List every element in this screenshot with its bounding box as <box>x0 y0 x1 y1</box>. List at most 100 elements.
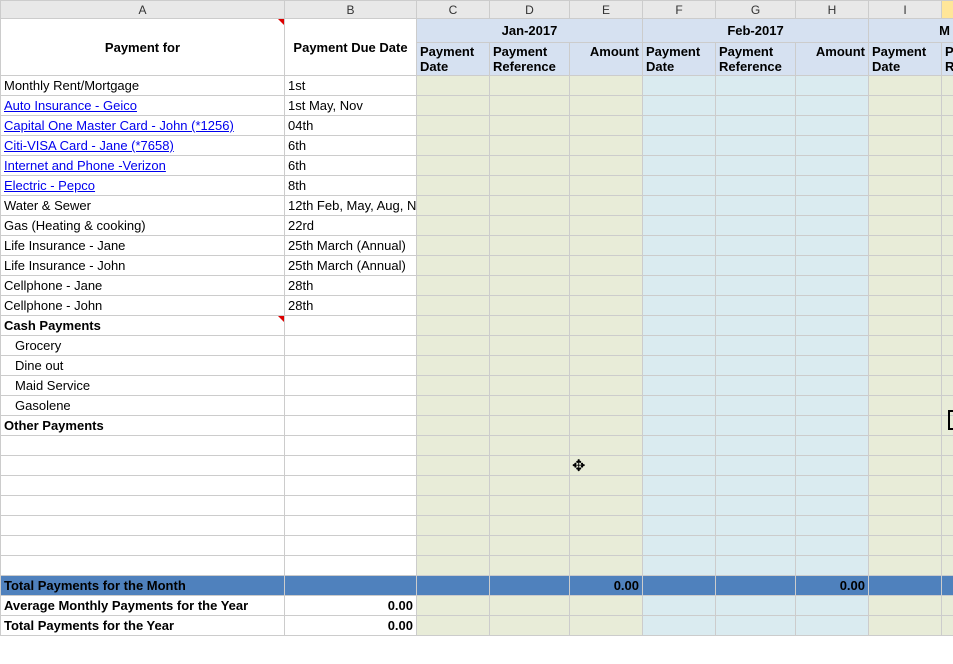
cell[interactable] <box>716 556 796 576</box>
cell[interactable] <box>716 296 796 316</box>
cell[interactable] <box>869 456 942 476</box>
cell[interactable] <box>570 536 643 556</box>
cell[interactable] <box>643 476 716 496</box>
cell-due-date[interactable]: 1st May, Nov <box>285 96 417 116</box>
cell-due-date[interactable]: 8th <box>285 176 417 196</box>
cell[interactable] <box>796 456 869 476</box>
cell[interactable] <box>490 96 570 116</box>
cell[interactable] <box>942 276 953 296</box>
cell[interactable] <box>716 196 796 216</box>
cell[interactable] <box>716 356 796 376</box>
cell-due-date[interactable] <box>285 376 417 396</box>
cell[interactable] <box>869 496 942 516</box>
header-month-1[interactable]: Jan-2017 <box>417 19 643 43</box>
cell[interactable] <box>869 196 942 216</box>
cell[interactable] <box>796 216 869 236</box>
cell[interactable] <box>869 116 942 136</box>
cell[interactable] <box>643 276 716 296</box>
cell[interactable] <box>796 436 869 456</box>
cell-due-date[interactable] <box>285 316 417 336</box>
cell-payment-for[interactable] <box>1 536 285 556</box>
cell[interactable] <box>417 516 490 536</box>
cell[interactable] <box>570 216 643 236</box>
cell[interactable] <box>796 196 869 216</box>
cell[interactable] <box>942 316 953 336</box>
cell[interactable] <box>570 276 643 296</box>
subhdr-amount-2[interactable]: Amount <box>796 43 869 76</box>
cell[interactable] <box>490 236 570 256</box>
cell[interactable] <box>417 436 490 456</box>
cell[interactable] <box>643 316 716 336</box>
cell[interactable] <box>869 436 942 456</box>
cell[interactable] <box>643 116 716 136</box>
cell[interactable] <box>796 296 869 316</box>
cell[interactable] <box>942 136 953 156</box>
cell[interactable] <box>869 256 942 276</box>
cell[interactable] <box>417 196 490 216</box>
cell[interactable] <box>570 136 643 156</box>
cell-payment-for[interactable]: Internet and Phone -Verizon <box>1 156 285 176</box>
cell-due-date[interactable] <box>285 396 417 416</box>
cell[interactable] <box>570 376 643 396</box>
avg-year-val[interactable]: 0.00 <box>285 596 417 616</box>
cell[interactable] <box>643 76 716 96</box>
cell[interactable] <box>417 156 490 176</box>
col-header-F[interactable]: F <box>643 1 716 19</box>
cell[interactable] <box>942 216 953 236</box>
cell[interactable] <box>942 536 953 556</box>
avg-year-label[interactable]: Average Monthly Payments for the Year <box>1 596 285 616</box>
cell[interactable] <box>570 356 643 376</box>
cell[interactable] <box>417 276 490 296</box>
cell[interactable] <box>643 236 716 256</box>
cell[interactable] <box>570 176 643 196</box>
cell[interactable] <box>570 456 643 476</box>
cell-due-date[interactable]: 22rd <box>285 216 417 236</box>
cell[interactable] <box>716 416 796 436</box>
cell[interactable] <box>643 576 716 596</box>
cell[interactable] <box>716 456 796 476</box>
col-header-G[interactable]: G <box>716 1 796 19</box>
cell[interactable] <box>942 196 953 216</box>
cell[interactable] <box>490 76 570 96</box>
cell-due-date[interactable]: 28th <box>285 276 417 296</box>
cell-payment-for[interactable]: Maid Service <box>1 376 285 396</box>
spreadsheet-table[interactable]: A B C D E F G H I Payment for Payment Du… <box>0 0 953 636</box>
cell-due-date[interactable] <box>285 336 417 356</box>
cell[interactable] <box>490 356 570 376</box>
cell[interactable] <box>796 516 869 536</box>
cell[interactable] <box>570 476 643 496</box>
cell[interactable] <box>796 376 869 396</box>
cell[interactable] <box>942 576 953 596</box>
cell[interactable] <box>490 256 570 276</box>
cell[interactable] <box>570 96 643 116</box>
cell[interactable] <box>869 96 942 116</box>
cell[interactable] <box>942 236 953 256</box>
cell[interactable] <box>417 576 490 596</box>
cell[interactable] <box>716 336 796 356</box>
cell[interactable] <box>716 476 796 496</box>
cell[interactable] <box>490 116 570 136</box>
cell[interactable] <box>490 476 570 496</box>
cell[interactable] <box>869 396 942 416</box>
cell[interactable] <box>869 216 942 236</box>
subhdr-payment-date-1[interactable]: Payment Date <box>417 43 490 76</box>
cell-payment-for[interactable]: Grocery <box>1 336 285 356</box>
col-header-last[interactable] <box>942 1 953 19</box>
cell[interactable] <box>417 396 490 416</box>
cell[interactable] <box>570 296 643 316</box>
cell[interactable] <box>570 196 643 216</box>
cell[interactable] <box>716 396 796 416</box>
cell[interactable] <box>570 416 643 436</box>
cell-payment-for[interactable]: Other Payments <box>1 416 285 436</box>
cell[interactable] <box>796 176 869 196</box>
cell[interactable] <box>490 376 570 396</box>
cell-payment-for[interactable]: Capital One Master Card - John (*1256) <box>1 116 285 136</box>
cell[interactable] <box>796 556 869 576</box>
cell[interactable] <box>490 176 570 196</box>
cell-due-date[interactable] <box>285 356 417 376</box>
cell[interactable] <box>796 136 869 156</box>
cell[interactable] <box>716 516 796 536</box>
cell[interactable] <box>490 396 570 416</box>
cell[interactable] <box>570 496 643 516</box>
cell[interactable] <box>942 516 953 536</box>
